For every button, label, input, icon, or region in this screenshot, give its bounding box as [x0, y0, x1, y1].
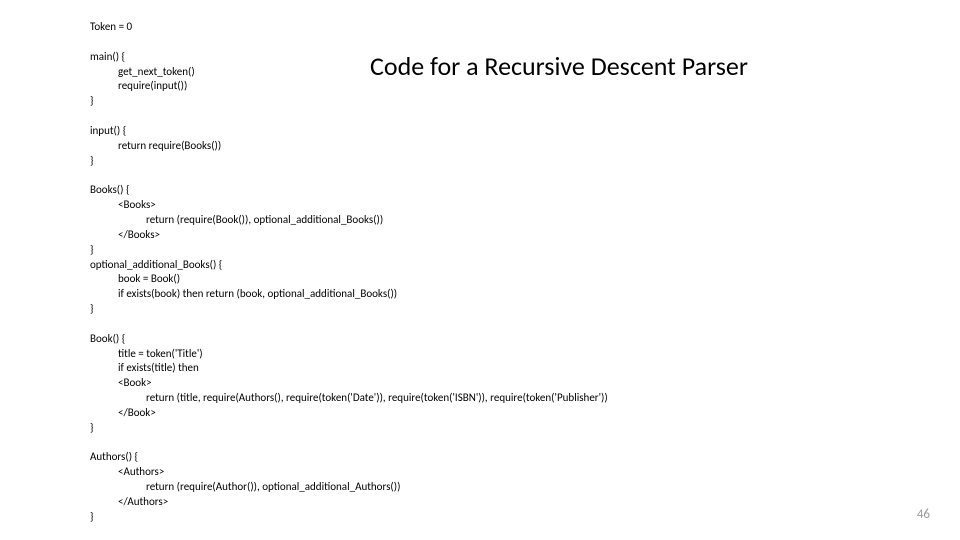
code-line: get_next_token() [118, 65, 195, 78]
code-line: </Books> [118, 228, 160, 241]
code-line: main() { [90, 50, 125, 63]
code-line: } [90, 510, 93, 523]
code-line: optional_additional_Books() { [90, 258, 222, 271]
code-line: Token = 0 [90, 20, 132, 33]
code-line: if exists(title) then [118, 361, 199, 374]
code-line: title = token('Title') [118, 347, 203, 360]
code-line: <Books> [118, 198, 156, 211]
slide: Code for a Recursive Descent Parser Toke… [0, 0, 960, 540]
code-line: if exists(book) then return (book, optio… [118, 287, 397, 300]
page-number: 46 [917, 507, 930, 522]
code-line: } [90, 302, 93, 315]
code-line: } [90, 421, 93, 434]
code-line: <Authors> [118, 465, 164, 478]
code-line: input() { [90, 124, 126, 137]
code-line: require(input()) [118, 79, 187, 92]
code-line: return (require(Author()), optional_addi… [146, 480, 400, 493]
code-line: return require(Books()) [118, 139, 221, 152]
code-line: } [90, 243, 93, 256]
code-line: return (require(Book()), optional_additi… [146, 213, 383, 226]
code-line: <Book> [118, 376, 152, 389]
code-line: } [90, 94, 93, 107]
code-line: </Book> [118, 406, 156, 419]
code-line: </Authors> [118, 495, 168, 508]
code-line: Authors() { [90, 450, 138, 463]
code-line: Book() { [90, 332, 125, 345]
code-block: Token = 0 main() { get_next_token() requ… [90, 20, 608, 525]
code-line: } [90, 154, 93, 167]
code-line: return (title, require(Authors(), requir… [146, 391, 608, 404]
code-line: Books() { [90, 183, 129, 196]
code-line: book = Book() [118, 272, 180, 285]
